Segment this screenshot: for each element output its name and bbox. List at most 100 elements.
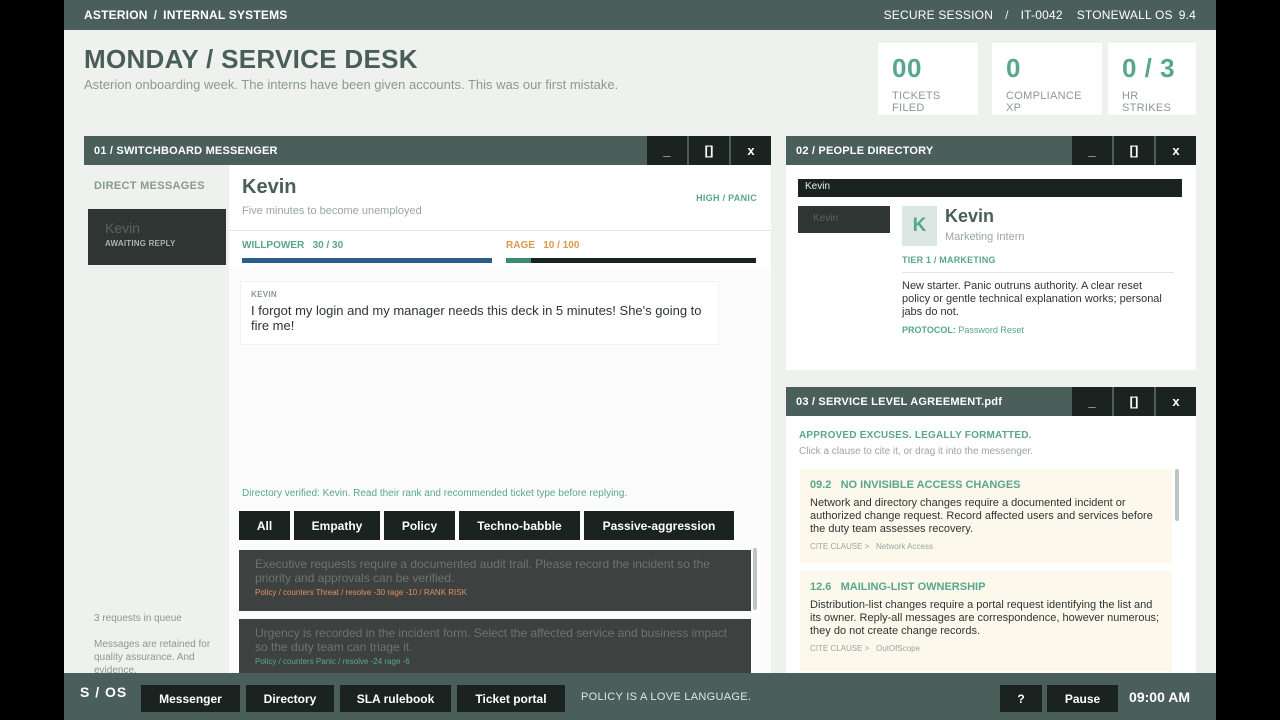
- verification-hint: Directory verified: Kevin. Read their ra…: [242, 488, 628, 499]
- filter-policy[interactable]: Policy: [384, 511, 455, 540]
- profile-tier: TIER 1 / MARKETING: [902, 255, 996, 265]
- clause-body: Distribution-list changes require a port…: [810, 599, 1160, 637]
- os-logo: S / OS: [80, 684, 128, 700]
- dm-contact-status: AWAITING REPLY: [105, 239, 176, 248]
- stat-compliance-xp: 0 COMPLIANCE XP: [992, 43, 1102, 115]
- message-text: I forgot my login and my manager needs t…: [251, 303, 702, 333]
- window-controls: _ [] x: [647, 136, 771, 165]
- pause-button[interactable]: Pause: [1047, 685, 1118, 712]
- filter-all[interactable]: All: [239, 511, 290, 540]
- clock: 09:00 AM: [1129, 689, 1190, 705]
- reply-meta: Policy / counters Panic / resolve -24 ra…: [255, 657, 410, 666]
- rage-meter: [506, 258, 756, 263]
- window-controls: _ [] x: [1072, 136, 1196, 165]
- stat-label: TICKETS FILED: [892, 90, 941, 114]
- window-title: 01 / SWITCHBOARD MESSENGER: [94, 144, 278, 157]
- clause-id: 09.2: [810, 479, 832, 491]
- maximize-button[interactable]: []: [689, 136, 729, 165]
- game-screen: ASTERION / INTERNAL SYSTEMS SECURE SESSION…: [64, 0, 1216, 720]
- page-title: MONDAY / SERVICE DESK: [84, 44, 418, 74]
- clause-title: 12.6 MAILING-LIST OWNERSHIP: [810, 581, 1162, 593]
- divider: [229, 230, 771, 231]
- section-name: INTERNAL SYSTEMS: [163, 8, 288, 22]
- terminal-id: IT-0042: [1020, 8, 1063, 22]
- reply-text: Urgency is recorded in the incident form…: [255, 626, 728, 654]
- direct-messages-panel: DIRECT MESSAGES Kevin AWAITING REPLY 3 r…: [84, 165, 229, 686]
- directory-result-kevin[interactable]: Kevin: [798, 206, 890, 233]
- filter-empathy[interactable]: Empathy: [294, 511, 380, 540]
- sla-clause-12-6[interactable]: 12.6 MAILING-LIST OWNERSHIP Distribution…: [800, 571, 1172, 671]
- reply-option[interactable]: Urgency is recorded in the incident form…: [239, 619, 751, 679]
- sla-window: 03 / SERVICE LEVEL AGREEMENT.pdf _ [] x …: [786, 387, 1196, 686]
- nav-sla-rulebook-button[interactable]: SLA rulebook: [340, 685, 451, 712]
- nav-ticket-portal-button[interactable]: Ticket portal: [457, 685, 565, 712]
- protocol-value: Password Reset: [958, 325, 1024, 335]
- sla-heading: APPROVED EXCUSES. LEGALLY FORMATTED.: [799, 430, 1032, 441]
- reply-text: Executive requests require a documented …: [255, 557, 710, 585]
- session-info: SECURE SESSION / IT-0042 STONEWALL OS 9.…: [883, 8, 1196, 22]
- stat-label: HR STRIKES: [1122, 90, 1172, 114]
- queue-count: 3 requests in queue: [94, 613, 182, 624]
- rage-label: RAGE 10 / 100: [506, 240, 579, 251]
- breadcrumb: ASTERION / INTERNAL SYSTEMS: [84, 8, 288, 22]
- avatar: K: [902, 206, 937, 246]
- sla-scrollbar[interactable]: [1175, 469, 1179, 521]
- profile-protocol: PROTOCOL: Password Reset: [902, 325, 1024, 335]
- stat-value: 0: [1006, 53, 1021, 83]
- directory-search-input[interactable]: Kevin: [798, 179, 1182, 197]
- close-button[interactable]: x: [1156, 136, 1196, 165]
- retention-notice: Messages are retained for quality assura…: [94, 639, 211, 676]
- rage-fill: [506, 258, 531, 263]
- clause-body: Network and directory changes require a …: [810, 497, 1153, 535]
- taskbar: S / OS Messenger Directory SLA rulebook …: [64, 673, 1216, 720]
- message-sender: KEVIN: [251, 290, 277, 299]
- page-subtitle: Asterion onboarding week. The interns ha…: [84, 77, 619, 92]
- maximize-button[interactable]: []: [1114, 136, 1154, 165]
- willpower-meter: [242, 258, 492, 263]
- stat-label: COMPLIANCE XP: [1006, 90, 1082, 114]
- clause-name: MAILING-LIST OWNERSHIP: [840, 581, 986, 593]
- nav-directory-button[interactable]: Directory: [246, 685, 334, 712]
- clause-tag: OutOfScope: [876, 644, 921, 653]
- help-button[interactable]: ?: [1000, 685, 1042, 712]
- minimize-button[interactable]: _: [1072, 387, 1112, 416]
- filter-passive-aggression[interactable]: Passive-aggression: [584, 511, 734, 540]
- rage-value: 10 / 100: [543, 240, 580, 251]
- willpower-fill: [242, 258, 492, 263]
- cite-clause-link[interactable]: CITE CLAUSE >: [810, 644, 869, 653]
- maximize-button[interactable]: []: [1114, 387, 1154, 416]
- direct-messages-title: DIRECT MESSAGES: [94, 180, 205, 192]
- nav-messenger-button[interactable]: Messenger: [141, 685, 240, 712]
- minimize-button[interactable]: _: [647, 136, 687, 165]
- rage-label-text: RAGE: [506, 240, 535, 251]
- stat-tickets-filed: 00 TICKETS FILED: [878, 43, 978, 115]
- clause-cite: CITE CLAUSE > Network Access: [810, 542, 1162, 551]
- session-label: SECURE SESSION: [883, 8, 994, 22]
- clause-title: 09.2 NO INVISIBLE ACCESS CHANGES: [810, 479, 1162, 491]
- top-bar: ASTERION / INTERNAL SYSTEMS SECURE SESSION…: [64, 0, 1216, 30]
- minimize-button[interactable]: _: [1072, 136, 1112, 165]
- profile-role: Marketing Intern: [945, 231, 1025, 243]
- chat-contact-subtitle: Five minutes to become unemployed: [242, 205, 422, 217]
- reply-option[interactable]: Executive requests require a documented …: [239, 550, 751, 611]
- clause-id: 12.6: [810, 581, 832, 593]
- profile-description: New starter. Panic outruns authority. A …: [902, 280, 1162, 318]
- close-button[interactable]: x: [731, 136, 771, 165]
- willpower-label: WILLPOWER 30 / 30: [242, 240, 343, 251]
- taskbar-motto: POLICY IS A LOVE LANGUAGE.: [581, 691, 752, 703]
- stat-value: 00: [892, 53, 922, 83]
- divider: [902, 272, 1174, 273]
- clause-tag: Network Access: [876, 542, 933, 551]
- filter-techno-babble[interactable]: Techno-babble: [459, 511, 580, 540]
- window-title: 02 / PEOPLE DIRECTORY: [796, 144, 934, 157]
- close-button[interactable]: x: [1156, 387, 1196, 416]
- sla-clause-09-2[interactable]: 09.2 NO INVISIBLE ACCESS CHANGES Network…: [800, 469, 1172, 563]
- dm-item-kevin[interactable]: Kevin AWAITING REPLY: [88, 209, 226, 265]
- cite-clause-link[interactable]: CITE CLAUSE >: [810, 542, 869, 551]
- stat-value: 0 / 3: [1122, 53, 1176, 83]
- clause-cite: CITE CLAUSE > OutOfScope: [810, 644, 1162, 653]
- directory-window: 02 / PEOPLE DIRECTORY _ [] x Kevin Kevin…: [786, 136, 1196, 370]
- reply-filter-tabs: All Empathy Policy Techno-babble Passive…: [239, 511, 734, 540]
- reply-scrollbar[interactable]: [753, 548, 757, 610]
- reply-meta: Policy / counters Threat / resolve -30 r…: [255, 588, 467, 597]
